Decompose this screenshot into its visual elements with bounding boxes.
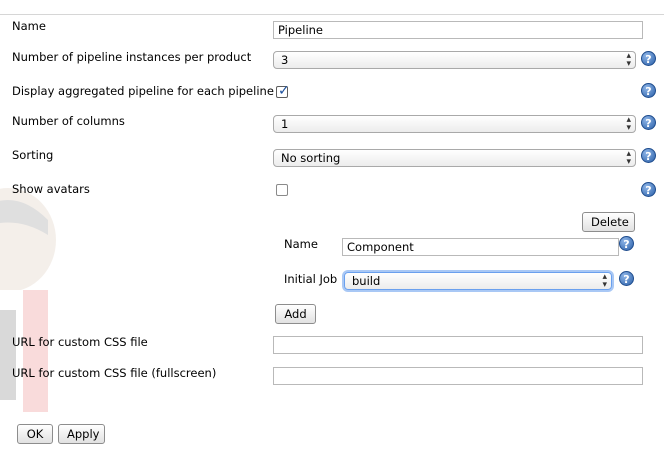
checkmark-icon: ✓: [278, 83, 290, 99]
chevron-updown-icon: ▴ ▾: [626, 51, 631, 69]
help-icon[interactable]: ?: [641, 182, 656, 197]
help-icon[interactable]: ?: [641, 83, 656, 98]
name-label: Name: [12, 19, 46, 33]
avatars-checkbox[interactable]: [276, 184, 288, 196]
sorting-label: Sorting: [12, 148, 54, 162]
help-icon[interactable]: ?: [619, 236, 634, 251]
instances-select[interactable]: 3 ▴ ▾: [273, 51, 636, 69]
instances-label: Number of pipeline instances per product: [12, 50, 252, 64]
initial-job-label: Initial Job: [284, 272, 338, 286]
css-url-input[interactable]: [273, 336, 643, 354]
chevron-updown-icon: ▴ ▾: [602, 272, 607, 290]
help-icon[interactable]: ?: [641, 115, 656, 130]
css-fullscreen-url-input[interactable]: [273, 367, 643, 385]
help-icon[interactable]: ?: [619, 271, 634, 286]
add-button[interactable]: Add: [275, 304, 316, 324]
initial-job-value: build: [352, 274, 381, 288]
sorting-value: No sorting: [281, 151, 341, 165]
name-input[interactable]: Pipeline: [273, 21, 643, 39]
component-name-input[interactable]: Component: [342, 238, 619, 256]
help-icon[interactable]: ?: [641, 51, 656, 66]
initial-job-select[interactable]: build ▴ ▾: [344, 272, 612, 290]
ok-button[interactable]: OK: [17, 424, 53, 444]
aggregated-checkbox[interactable]: ✓: [276, 83, 290, 99]
component-name-label: Name: [284, 237, 318, 251]
instances-value: 3: [281, 53, 289, 67]
chevron-updown-icon: ▴ ▾: [626, 115, 631, 133]
columns-value: 1: [281, 117, 289, 131]
help-icon[interactable]: ?: [641, 148, 656, 163]
columns-label: Number of columns: [12, 114, 125, 128]
chevron-updown-icon: ▴ ▾: [626, 149, 631, 167]
delete-button[interactable]: Delete: [582, 212, 635, 232]
css-fullscreen-url-label: URL for custom CSS file (fullscreen): [12, 366, 217, 380]
apply-button[interactable]: Apply: [58, 424, 105, 444]
top-divider: [0, 14, 664, 15]
sorting-select[interactable]: No sorting ▴ ▾: [273, 149, 636, 167]
aggregated-label: Display aggregated pipeline for each pip…: [12, 84, 274, 98]
css-url-label: URL for custom CSS file: [12, 335, 148, 349]
avatars-label: Show avatars: [12, 182, 90, 196]
columns-select[interactable]: 1 ▴ ▾: [273, 115, 636, 133]
